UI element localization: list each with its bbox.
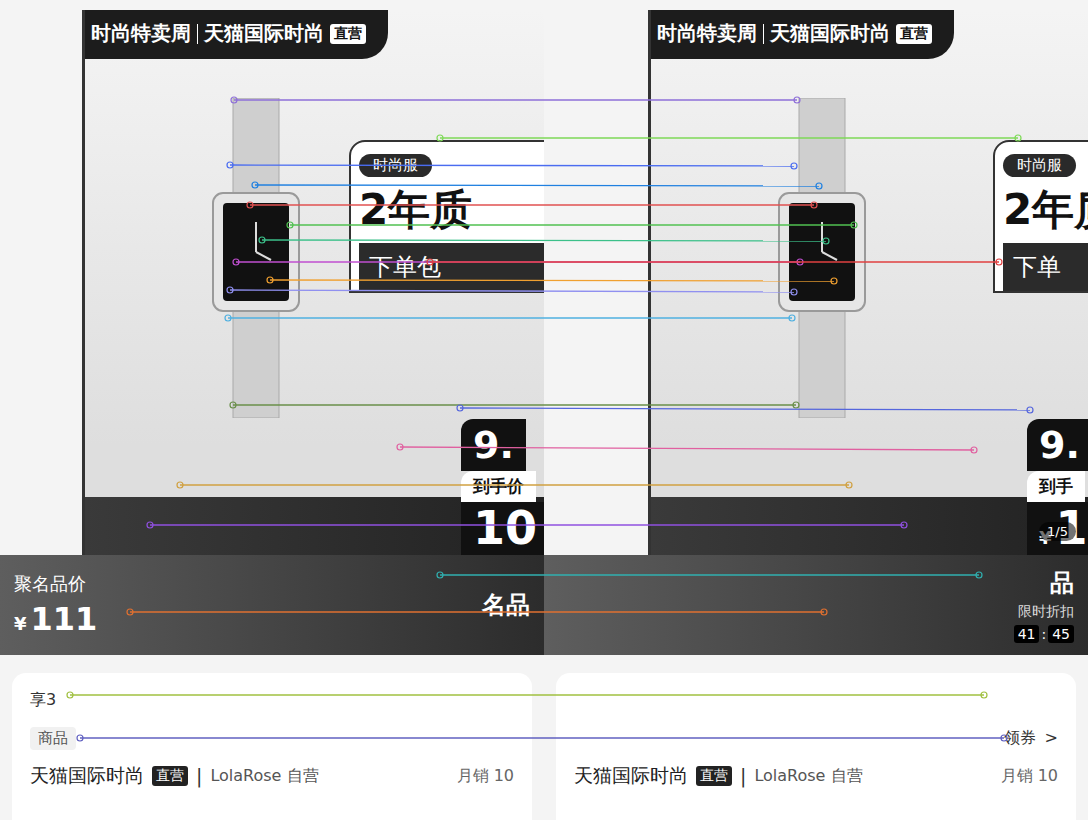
match-lines	[0, 0, 1088, 820]
watch-icon	[211, 98, 301, 418]
screenshot-panel: 时尚特卖周天猫国际时尚直营时尚服2年质下单包9.到手价10聚名品价¥111名品享…	[0, 0, 544, 820]
promo-card: 时尚服2年质下单包	[349, 140, 544, 293]
match-line	[233, 259, 803, 265]
match-line	[77, 735, 1007, 741]
coupon-button[interactable]: 领券 >	[1004, 728, 1059, 749]
match-line	[427, 259, 1002, 265]
shop-row: 天猫国际时尚直营|LolaRose 自营月销 10	[574, 763, 1058, 789]
price-band: 聚名品价¥111名品	[0, 555, 544, 655]
photo-header: 时尚特卖周天猫国际时尚直营	[651, 10, 954, 59]
match-line	[247, 202, 817, 208]
match-line	[287, 222, 857, 228]
product-photo: 时尚特卖周天猫国际时尚直营时尚服2年质下单9.到手¥101/5	[648, 10, 1088, 555]
header-badge: 直营	[330, 24, 366, 44]
match-line	[397, 444, 977, 453]
info-card: 领券 > 天猫国际时尚直营|LolaRose 自营月销 10	[556, 673, 1076, 820]
match-line	[230, 402, 799, 408]
watch-icon	[777, 98, 867, 418]
match-line	[437, 135, 1021, 141]
promo-card: 时尚服2年质下单	[993, 140, 1088, 293]
match-line	[267, 277, 837, 284]
header-badge: 直营	[896, 24, 932, 44]
match-line	[227, 287, 797, 295]
screenshot-panel: 时尚特卖周天猫国际时尚直营时尚服2年质下单9.到手¥101/5品限时折扣41:4…	[544, 0, 1088, 820]
match-line	[225, 315, 795, 321]
image-pager: 1/5	[1039, 522, 1076, 541]
match-line	[231, 97, 800, 103]
match-line	[457, 405, 1033, 413]
shop-row: 天猫国际时尚直营|LolaRose 自营月销 10	[30, 763, 514, 789]
product-photo: 时尚特卖周天猫国际时尚直营时尚服2年质下单包 9.到手价10	[82, 10, 544, 555]
match-line	[177, 482, 852, 488]
match-line	[67, 692, 987, 698]
info-tag: 商品	[30, 727, 76, 750]
match-line	[227, 162, 797, 169]
info-card: 享3商品天猫国际时尚直营|LolaRose 自营月销 10	[12, 673, 532, 820]
match-line	[252, 182, 822, 189]
match-line	[127, 609, 827, 615]
countdown-timer: 41:45	[1014, 625, 1074, 643]
match-line	[147, 522, 907, 528]
price-band: 品限时折扣41:45	[544, 555, 1088, 655]
photo-header: 时尚特卖周天猫国际时尚直营	[85, 10, 388, 59]
match-line	[437, 572, 982, 578]
match-visualization: 时尚特卖周天猫国际时尚直营时尚服2年质下单包9.到手价10聚名品价¥111名品享…	[0, 0, 1088, 820]
match-line	[259, 237, 829, 244]
price-banner: 9.到手价10	[461, 419, 544, 555]
